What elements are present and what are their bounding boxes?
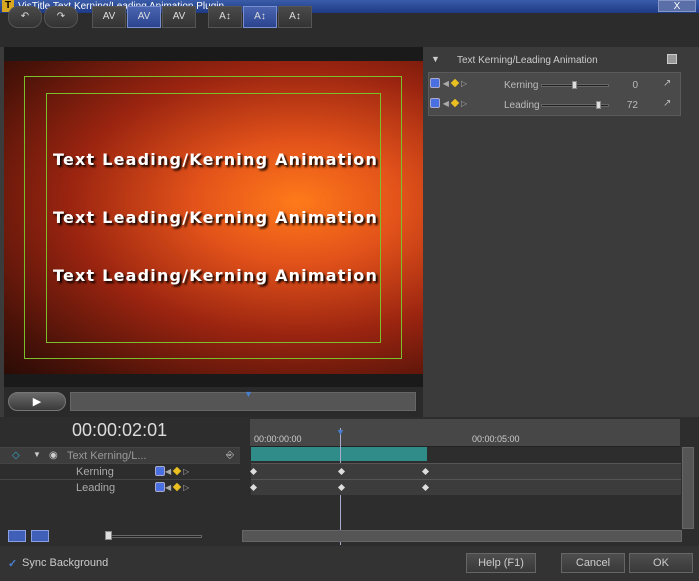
next-keyframe-icon[interactable]: ▷ <box>461 79 467 88</box>
properties-title: Text Kerning/Leading Animation <box>457 55 598 66</box>
sync-label: Sync Background <box>22 557 109 569</box>
expand-triangle-icon[interactable]: ▼ <box>33 450 41 459</box>
next-keyframe-icon[interactable]: ▷ <box>183 467 189 476</box>
property-label: Kerning <box>504 80 539 91</box>
preview-scrubber[interactable] <box>70 392 416 411</box>
leading-slider-knob[interactable] <box>596 101 601 109</box>
panel-menu-icon[interactable] <box>667 54 677 64</box>
playhead-handle-icon[interactable]: ▼ <box>336 427 345 437</box>
leading-keyframe-track[interactable] <box>249 479 681 495</box>
timecode-display[interactable]: 00:00:02:01 <box>72 420 167 441</box>
keyframe-icon[interactable] <box>450 99 460 108</box>
effect-icon: ◉ <box>49 450 58 461</box>
subtrack-label: Kerning <box>76 466 114 478</box>
ok-button[interactable]: OK <box>629 553 693 573</box>
keyframe-marker[interactable] <box>249 483 258 492</box>
help-button[interactable]: Help (F1) <box>466 553 536 573</box>
undo-button[interactable]: ↶ <box>8 6 42 28</box>
undo-icon: ↶ <box>20 11 30 22</box>
properties-header[interactable]: ▼ Text Kerning/Leading Animation <box>427 50 682 70</box>
track-name: Text Kerning/L... <box>67 450 147 462</box>
kerning-keyframe-track[interactable] <box>249 463 681 479</box>
clip-duration-bar[interactable] <box>251 447 427 461</box>
stopwatch-icon[interactable] <box>155 466 165 477</box>
subtrack-row-leading: Leading ◀ ▷ <box>0 479 240 495</box>
timeline-ruler[interactable]: 00:00:00:00 00:00:05:00 <box>250 419 680 447</box>
preview-canvas: Text Leading/Kerning Animation Text Lead… <box>4 61 423 374</box>
keyframe-icon[interactable] <box>172 466 182 476</box>
ruler-label: 00:00:00:00 <box>254 434 302 444</box>
leading-loose-button[interactable]: A↕ <box>278 6 312 28</box>
prev-keyframe-icon[interactable]: ◀ <box>443 99 449 108</box>
track-row-main[interactable]: ◇ ▼ ◉ Text Kerning/L... ⎆ <box>0 447 240 463</box>
property-value[interactable]: 72 <box>624 100 638 111</box>
stopwatch-icon[interactable] <box>155 482 165 493</box>
leading-tight-button[interactable]: A↕ <box>208 6 242 28</box>
kerning-tight-button[interactable]: AV <box>92 6 126 28</box>
zoom-out-button[interactable] <box>31 530 49 542</box>
kerning-loose-button[interactable]: AV <box>162 6 196 28</box>
property-label: Leading <box>504 100 540 111</box>
curve-icon[interactable]: ↗ <box>663 98 671 109</box>
keyframe-marker[interactable] <box>421 467 430 476</box>
keyframe-icon[interactable] <box>172 482 182 492</box>
visibility-icon[interactable]: ◇ <box>12 450 20 461</box>
next-keyframe-icon[interactable]: ▷ <box>461 99 467 108</box>
play-icon: ▶ <box>32 396 42 408</box>
prev-keyframe-icon[interactable]: ◀ <box>165 483 171 492</box>
play-button[interactable]: ▶ <box>8 392 66 411</box>
cancel-button[interactable]: Cancel <box>561 553 625 573</box>
keyframe-icon[interactable] <box>450 79 460 88</box>
keyframe-marker[interactable] <box>249 467 258 476</box>
zoom-in-button[interactable] <box>8 530 26 542</box>
lock-icon[interactable]: ⎆ <box>226 450 234 461</box>
horizontal-scrollbar[interactable] <box>242 530 682 542</box>
kerning-normal-button[interactable]: AV <box>127 6 161 28</box>
property-row-kerning: ◀ ▷ Kerning 0 ↗ <box>430 78 680 94</box>
kerning-slider-knob[interactable] <box>572 81 577 89</box>
ruler-label: 00:00:05:00 <box>472 434 520 444</box>
next-keyframe-icon[interactable]: ▷ <box>183 483 189 492</box>
vertical-scrollbar[interactable] <box>682 447 694 529</box>
keyframe-marker[interactable] <box>337 483 346 492</box>
subtrack-row-kerning: Kerning ◀ ▷ <box>0 463 240 479</box>
zoom-slider[interactable] <box>106 535 202 538</box>
property-row-leading: ◀ ▷ Leading 72 ↗ <box>430 98 680 114</box>
stopwatch-icon[interactable] <box>430 78 440 89</box>
keyframe-marker[interactable] <box>337 467 346 476</box>
prev-keyframe-icon[interactable]: ◀ <box>443 79 449 88</box>
scrubber-handle-icon[interactable]: ▼ <box>244 389 253 399</box>
property-value[interactable]: 0 <box>624 80 638 91</box>
close-button[interactable]: X <box>658 0 696 12</box>
preview-text-line: Text Leading/Kerning Animation <box>53 208 379 227</box>
preview-text-line: Text Leading/Kerning Animation <box>53 266 379 285</box>
stopwatch-icon[interactable] <box>430 98 440 109</box>
zoom-slider-knob[interactable] <box>105 531 112 540</box>
curve-icon[interactable]: ↗ <box>663 78 671 89</box>
keyframe-marker[interactable] <box>421 483 430 492</box>
redo-button[interactable]: ↷ <box>44 6 78 28</box>
collapse-triangle-icon[interactable]: ▼ <box>431 54 440 64</box>
sync-checkbox[interactable]: ✓ <box>8 557 17 570</box>
prev-keyframe-icon[interactable]: ◀ <box>165 467 171 476</box>
preview-text-line: Text Leading/Kerning Animation <box>53 150 379 169</box>
subtrack-label: Leading <box>76 482 116 494</box>
redo-icon: ↷ <box>56 11 66 22</box>
leading-normal-button[interactable]: A↕ <box>243 6 277 28</box>
